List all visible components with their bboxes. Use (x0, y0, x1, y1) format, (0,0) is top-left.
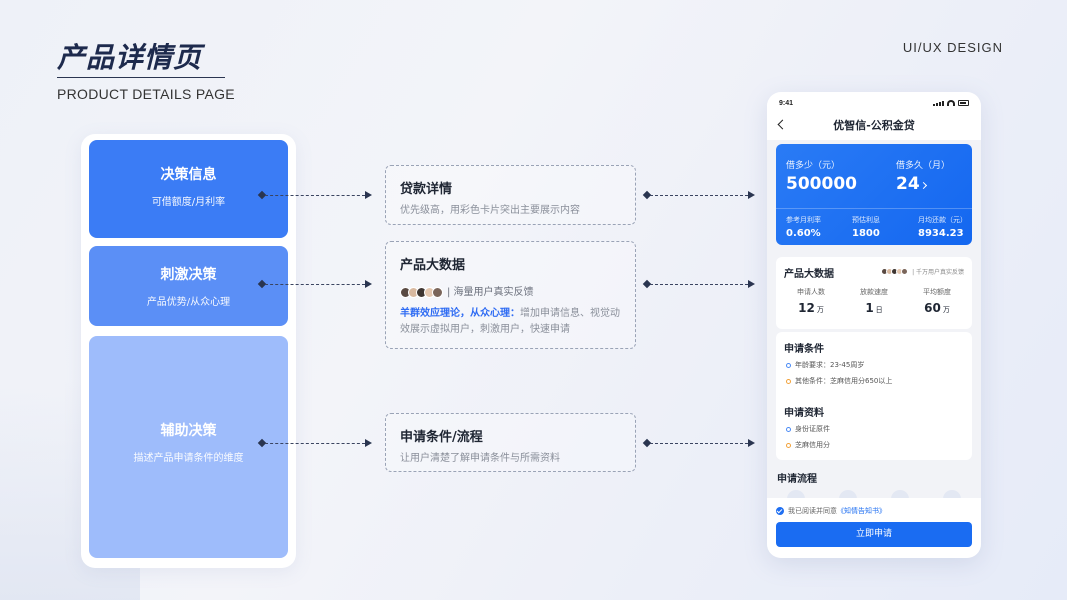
avatar-group (400, 286, 443, 298)
stat-label: 平均额度 (923, 288, 951, 296)
section-title: 申请资料 (784, 408, 824, 419)
brand-tag: UI/UX DESIGN (902, 40, 1003, 55)
arrow-right-icon (748, 280, 755, 288)
section-title: 申请条件 (784, 344, 824, 355)
material-item: 芝麻信用分 (786, 440, 830, 450)
arrow-right-icon (748, 439, 755, 447)
term-label: 借多久（月） (896, 161, 951, 171)
connector-line (650, 443, 748, 444)
decision-card-assist[interactable]: 辅助决策 描述产品申请条件的维度 (89, 336, 288, 558)
connector-line (265, 195, 365, 196)
bullet-icon (786, 442, 791, 448)
info-box-desc: 让用户清楚了解申请条件与所需资料 (400, 453, 560, 464)
stat-label: 放款速度 (860, 288, 888, 296)
stat-label: 申请人数 (797, 288, 825, 296)
material-item: 身份证原件 (786, 424, 830, 434)
arrow-right-icon (365, 439, 372, 447)
monthly-value: 8934.23 (918, 228, 964, 239)
condition-item: 其他条件：芝麻信用分650以上 (786, 376, 892, 386)
stat-value: 1日 (865, 301, 883, 315)
wifi-icon (947, 100, 955, 106)
connector-line (265, 284, 365, 285)
back-icon[interactable] (777, 119, 788, 130)
monthly-label: 月均还款（元） (918, 216, 967, 224)
battery-icon (958, 100, 969, 106)
loan-card-divider (776, 208, 972, 209)
big-data-section: 产品大数据 | 千万用户真实反馈 申请人数 12 万 放款速度 1日 平均额度 6… (776, 257, 972, 329)
agreement-link[interactable]: 《知情告知书》 (837, 506, 886, 516)
loan-card: 借多少（元） 500000 借多久（月） 24 参考月利率 0.60% 预估利息… (776, 144, 972, 245)
decision-card-title: 辅助决策 (160, 423, 217, 439)
nav-title: 优智信-公积金贷 (833, 119, 915, 132)
conditions-section: 申请条件 年龄要求：23-45周岁 其他条件：芝麻信用分650以上 申请资料 身… (776, 332, 972, 460)
user-feedback-row: | 千万用户真实反馈 (881, 267, 964, 276)
decision-card-stimulate[interactable]: 刺激决策 产品优势/从众心理 (89, 246, 288, 326)
info-box-desc: 优先级高，用彩色卡片突出主要展示内容 (400, 205, 580, 216)
bullet-icon (786, 378, 791, 384)
decision-card-title: 决策信息 (160, 167, 217, 183)
status-bar: 9:41 (767, 92, 981, 114)
connector-line (650, 195, 748, 196)
user-feedback-row: | 海量用户真实反馈 (400, 283, 621, 298)
stat-value: 12 万 (798, 301, 824, 315)
decision-panel: 决策信息 可借额度/月利率 刺激决策 产品优势/从众心理 辅助决策 描述产品申请… (81, 134, 296, 568)
interest-label: 预估利息 (852, 216, 880, 224)
phone-mockup: 9:41 优智信-公积金贷 借多少（元） 500000 借多久（月） 24 参考… (767, 92, 981, 558)
info-box-title: 申请条件/流程 (400, 430, 483, 445)
signal-icon (933, 101, 944, 106)
agreement-text: 我已阅读并同意 (788, 507, 837, 515)
term-value[interactable]: 24 (896, 174, 920, 194)
amount-label: 借多少（元） (786, 161, 841, 171)
info-box-conditions: 申请条件/流程 让用户清楚了解申请条件与所需资料 (385, 413, 636, 472)
interest-value: 1800 (852, 228, 880, 239)
bullet-icon (786, 362, 791, 368)
stat-speed: 放款速度 1日 (844, 287, 904, 315)
arrow-right-icon (365, 191, 372, 199)
checkbox-checked-icon[interactable] (776, 507, 784, 515)
rate-value: 0.60% (786, 228, 821, 239)
rate-label: 参考月利率 (786, 216, 821, 224)
theory-text: 羊群效应理论，从众心理：增加申请信息、视觉动效展示虚拟用户，刺激用户，快速申请 (400, 306, 621, 338)
nav-bar: 优智信-公积金贷 (767, 114, 981, 140)
info-box-title: 贷款详情 (400, 182, 453, 197)
status-icons (933, 100, 969, 106)
title-underline (57, 77, 225, 78)
page-subtitle: PRODUCT DETAILS PAGE (57, 86, 235, 102)
bottom-action-bar: 我已阅读并同意 《知情告知书》 立即申请 (767, 498, 981, 558)
user-feedback-text: | 千万用户真实反馈 (912, 269, 964, 276)
connector-line (650, 284, 748, 285)
status-time: 9:41 (779, 100, 794, 107)
decision-card-desc: 产品优势/从众心理 (146, 297, 231, 308)
agreement-row[interactable]: 我已阅读并同意 《知情告知书》 (776, 506, 886, 516)
info-box-loan-details: 贷款详情 优先级高，用彩色卡片突出主要展示内容 (385, 165, 636, 225)
arrow-right-icon (748, 191, 755, 199)
stat-applicants: 申请人数 12 万 (781, 287, 841, 315)
stat-value: 60 万 (924, 301, 950, 315)
arrow-right-icon (365, 280, 372, 288)
decision-card-title: 刺激决策 (160, 267, 217, 283)
page-title: 产品详情页 (57, 41, 203, 74)
condition-item: 年龄要求：23-45周岁 (786, 360, 864, 370)
section-title: 产品大数据 (784, 269, 834, 280)
connector-line (265, 443, 365, 444)
theory-highlight: 羊群效应理论，从众心理： (400, 308, 520, 319)
amount-value[interactable]: 500000 (786, 174, 857, 194)
decision-card-info[interactable]: 决策信息 可借额度/月利率 (89, 140, 288, 238)
process-title: 申请流程 (777, 474, 817, 485)
decision-card-desc: 描述产品申请条件的维度 (133, 453, 244, 464)
apply-button[interactable]: 立即申请 (776, 522, 972, 547)
chevron-right-icon[interactable] (919, 181, 928, 190)
info-box-title: 产品大数据 (400, 258, 466, 273)
bullet-icon (786, 426, 791, 432)
user-feedback-text: | 海量用户真实反馈 (447, 287, 534, 298)
stat-average: 平均额度 60 万 (907, 287, 967, 315)
avatar-group (881, 268, 909, 275)
info-box-big-data: 产品大数据 | 海量用户真实反馈 羊群效应理论，从众心理：增加申请信息、视觉动效… (385, 241, 636, 349)
